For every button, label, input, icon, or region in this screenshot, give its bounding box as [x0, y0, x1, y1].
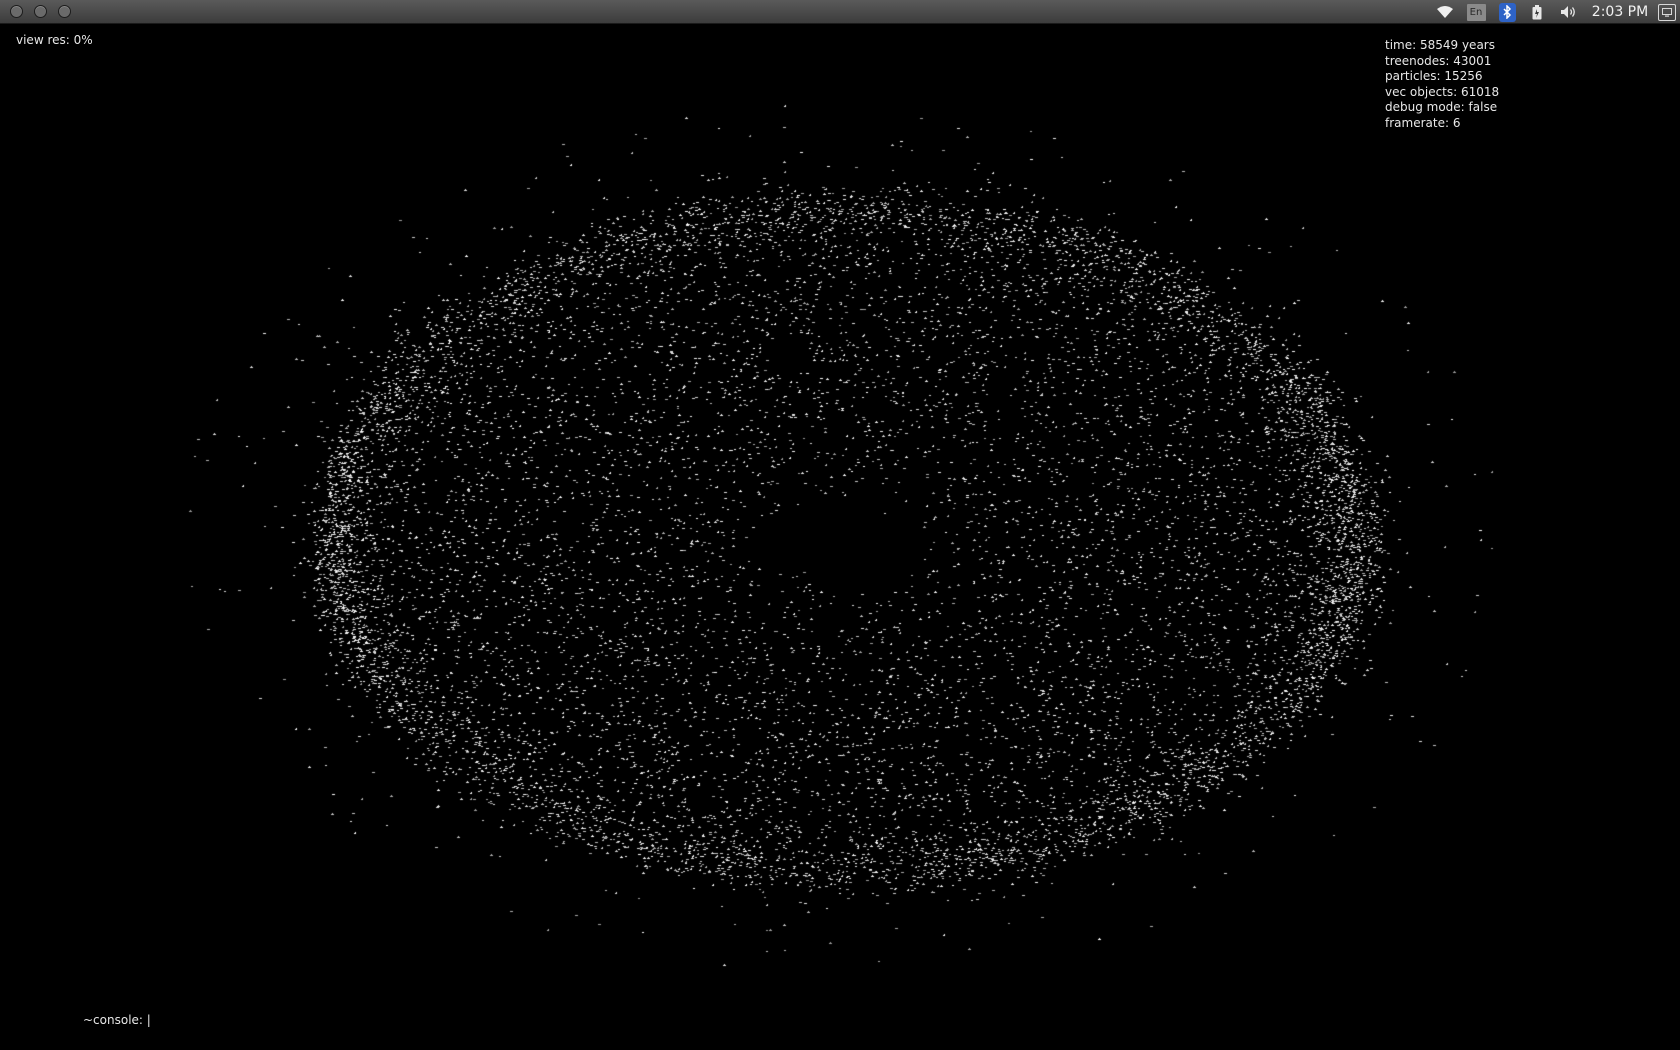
treenodes-stat: treenodes: 43001 — [1385, 53, 1492, 68]
vec-objects-stat: vec objects: 61018 — [1385, 84, 1500, 99]
view-resolution-label: view res: 0% — [16, 33, 93, 47]
window-minimize-button[interactable] — [34, 5, 47, 18]
session-menu-icon — [1658, 3, 1676, 21]
clock[interactable]: 2:03 PM — [1586, 0, 1654, 24]
session-menu-button[interactable] — [1654, 0, 1680, 24]
language-label: En — [1466, 3, 1486, 21]
speaker-icon[interactable] — [1552, 0, 1586, 24]
console-input[interactable]: ~console: | — [83, 1013, 151, 1027]
window-maximize-button[interactable] — [58, 5, 71, 18]
framerate-stat: framerate: 6 — [1385, 115, 1461, 130]
particles-stat: particles: 15256 — [1385, 69, 1483, 83]
bluetooth-button[interactable] — [1492, 0, 1522, 24]
system-tray: En 2:03 PM — [1430, 0, 1680, 24]
battery-icon[interactable] — [1522, 0, 1552, 24]
keyboard-language-indicator[interactable]: En — [1460, 0, 1492, 24]
debug-mode-stat: debug mode: false — [1385, 100, 1498, 114]
galaxy-simulation-canvas[interactable] — [0, 25, 1680, 1050]
window-controls — [10, 5, 71, 18]
time-stat: time: 58549 years — [1385, 38, 1495, 52]
system-top-bar: En 2:03 PM — [0, 0, 1680, 24]
window-close-button[interactable] — [10, 5, 23, 18]
clock-label: 2:03 PM — [1591, 4, 1649, 20]
app-root: En 2:03 PM view res: 0% time: 58549 year… — [0, 0, 1680, 1050]
bluetooth-icon — [1498, 2, 1516, 22]
simulation-stats-panel: time: 58549 years treenodes: 43001 parti… — [1385, 38, 1499, 131]
wifi-icon[interactable] — [1430, 0, 1460, 24]
